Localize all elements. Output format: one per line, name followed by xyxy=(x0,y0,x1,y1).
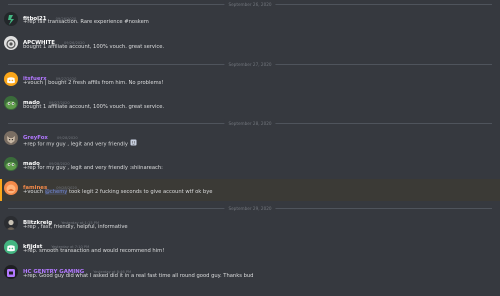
message-body: +vouch @chemy took legit 2 fucking secon… xyxy=(23,189,212,196)
divider-date: September 27, 2020 xyxy=(224,60,276,69)
pepe-avatar-icon[interactable] xyxy=(4,157,18,171)
message-text: +vouch | bought 2 fresh affils from him.… xyxy=(23,80,164,86)
message-item[interactable]: HC GENTRY GAMING Yesterday at 8:46 PM +r… xyxy=(0,263,500,287)
message-item[interactable]: itsfuerx 09/27/2020 +vouch | bought 2 fr… xyxy=(0,70,500,92)
date-divider: September 28, 2020 xyxy=(0,119,500,129)
message-text: +vouch xyxy=(23,189,45,195)
chat-message-list[interactable]: September 26, 2020 fitbol21 09/26/2020 +… xyxy=(0,0,500,296)
divider-date: September 28, 2020 xyxy=(224,119,276,128)
message-item[interactable]: mado 09/28/2020 +rep for my guy , legit … xyxy=(0,155,500,177)
pepe-avatar-icon[interactable] xyxy=(4,96,18,110)
message-text: +rep for my guy , legit and very friendl… xyxy=(23,165,163,171)
message-text: +rep , fast, friendly, helpful, informat… xyxy=(23,224,128,230)
discord-default-avatar-icon[interactable] xyxy=(4,72,18,86)
date-divider: September 27, 2020 xyxy=(0,60,500,70)
message-item[interactable]: APCWHITE 09/26/2020 bought 1 affiliate a… xyxy=(0,34,500,56)
gentry-avatar-icon[interactable] xyxy=(4,265,18,279)
discord-green-avatar-icon[interactable] xyxy=(4,240,18,254)
message-text: took legit 2 fucking seconds to give acc… xyxy=(67,189,213,195)
message-item[interactable]: mado 09/27/2020 bought 1 affiliate accou… xyxy=(0,94,500,116)
message-text: +rep for my guy , legit and very friendl… xyxy=(23,141,128,148)
orange-avatar-icon[interactable] xyxy=(4,181,18,195)
message-text: bought 1 affiliate account, 100% vouch. … xyxy=(23,104,165,110)
message-item[interactable]: GreyFox 09/28/2020 +rep for my guy , leg… xyxy=(0,129,500,153)
message-text: +rep. smooth transaction and would recom… xyxy=(23,248,165,254)
date-divider: September 29, 2020 xyxy=(0,204,500,214)
emblem-avatar-icon[interactable] xyxy=(4,36,18,50)
emoji-icon[interactable] xyxy=(130,139,137,149)
message-item-highlighted[interactable]: famines 09/28/2020 +vouch @chemy took le… xyxy=(0,179,500,201)
user-mention[interactable]: @chemy xyxy=(44,189,68,195)
message-item[interactable]: kfjjdst Yesterday at 7:10 PM +rep. smoot… xyxy=(0,238,500,260)
message-text: +rep fair transaction. Rare experience #… xyxy=(23,19,149,25)
message-body: +rep for my guy , legit and very friendl… xyxy=(23,139,137,149)
divider-date: September 29, 2020 xyxy=(224,204,276,213)
message-item[interactable]: fitbol21 09/26/2020 +rep fair transactio… xyxy=(0,10,500,32)
fox-avatar-icon[interactable] xyxy=(4,131,18,145)
message-text: bought 1 affiliate account, 100% vouch. … xyxy=(23,44,165,50)
divider-date: September 26, 2020 xyxy=(224,0,276,9)
message-item[interactable]: Blitzkreig Yesterday at 1:15 PM +rep , f… xyxy=(0,214,500,236)
date-divider: September 26, 2020 xyxy=(0,0,500,10)
lightning-logo-icon[interactable] xyxy=(4,12,18,26)
portrait-avatar-icon[interactable] xyxy=(4,216,18,230)
message-text: +rep. Good guy did what I asked did it i… xyxy=(23,273,254,279)
